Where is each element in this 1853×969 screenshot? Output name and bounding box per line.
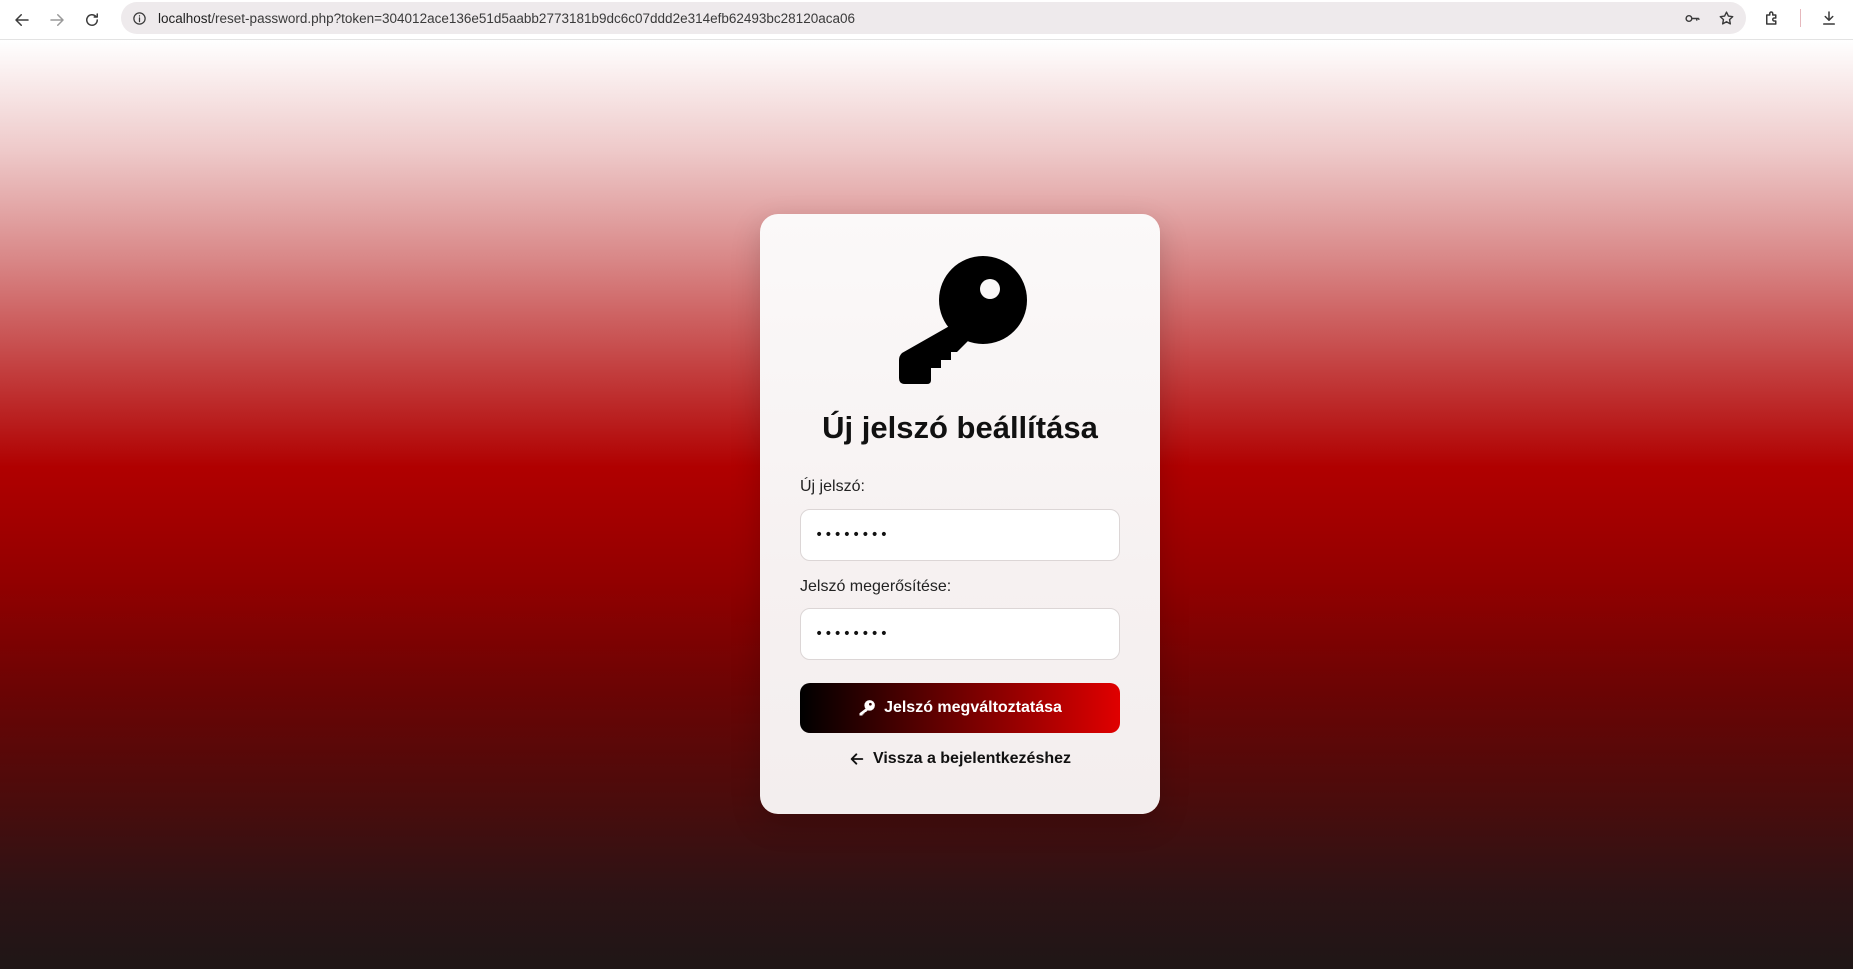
back-to-login-label: Vissza a bejelentkezéshez bbox=[872, 750, 1072, 767]
key-icon bbox=[1684, 14, 1700, 22]
change-password-button-label: Jelszó megváltoztatása bbox=[884, 699, 1062, 716]
extensions-button[interactable] bbox=[1758, 4, 1786, 32]
star-icon bbox=[1719, 10, 1733, 25]
browser-toolbar: localhost/reset-password.php?token=30401… bbox=[0, 0, 1853, 40]
key-icon bbox=[859, 700, 875, 716]
new-password-label: Új jelszó: bbox=[800, 478, 865, 495]
url-text[interactable]: localhost/reset-password.php?token=30401… bbox=[158, 11, 855, 26]
confirm-password-field[interactable] bbox=[800, 608, 1120, 660]
page-background: Új jelszó beállítása Új jelszó: Jelszó m… bbox=[0, 40, 1853, 969]
hero-key-icon bbox=[895, 254, 1030, 384]
arrow-left-icon bbox=[850, 753, 864, 765]
arrow-right-icon bbox=[50, 13, 64, 26]
bookmark-button[interactable] bbox=[1714, 6, 1738, 30]
downloads-button[interactable] bbox=[1815, 4, 1843, 32]
reload-icon bbox=[86, 12, 98, 26]
download-icon bbox=[1823, 11, 1835, 25]
puzzle-icon bbox=[1766, 11, 1777, 25]
url-path: /reset-password.php?token=304012ace136e5… bbox=[211, 10, 855, 26]
site-info-button[interactable] bbox=[129, 8, 149, 28]
reset-password-card: Új jelszó beállítása Új jelszó: Jelszó m… bbox=[760, 214, 1160, 814]
back-button[interactable] bbox=[8, 6, 36, 34]
info-icon bbox=[132, 11, 146, 25]
key-icon bbox=[899, 256, 1027, 384]
new-password-field[interactable] bbox=[800, 509, 1120, 561]
arrow-left-icon bbox=[15, 13, 29, 26]
reload-button[interactable] bbox=[78, 6, 106, 34]
address-bar[interactable]: localhost/reset-password.php?token=30401… bbox=[121, 2, 1746, 34]
toolbar-divider bbox=[1800, 9, 1801, 27]
forward-button[interactable] bbox=[43, 6, 71, 34]
change-password-button[interactable]: Jelszó megváltoztatása bbox=[800, 683, 1120, 733]
back-to-login-link[interactable]: Vissza a bejelentkezéshez bbox=[760, 750, 1160, 768]
url-host: localhost bbox=[158, 10, 212, 26]
password-manager-button[interactable] bbox=[1680, 6, 1704, 30]
page-title: Új jelszó beállítása bbox=[822, 410, 1098, 445]
confirm-password-label: Jelszó megerősítése: bbox=[800, 578, 952, 595]
